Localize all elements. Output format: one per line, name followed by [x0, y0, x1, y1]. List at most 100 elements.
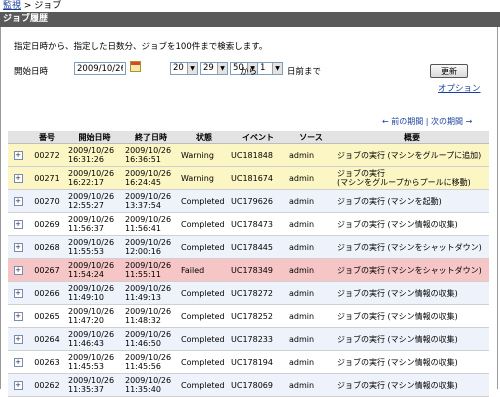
expand-plus-icon[interactable]: + — [13, 220, 23, 229]
summary-cell: ジョブの実行 (マシン情報の収集) — [335, 281, 489, 305]
start-date: 2009/10/26 — [68, 146, 115, 155]
source-cell: admin — [287, 373, 335, 397]
start-cell: 2009/10/26 11:35:37 — [66, 373, 123, 397]
end-date: 2009/10/26 — [125, 284, 172, 293]
expand-plus-icon[interactable]: + — [13, 174, 23, 183]
end-date: 2009/10/26 — [125, 307, 172, 316]
expand-plus-icon[interactable]: + — [13, 312, 23, 321]
summary-cell: ジョブの実行 (マシンをグループからプールに移動) — [335, 166, 489, 190]
event-cell: UC178349 — [229, 258, 287, 282]
table-row[interactable]: +00264 2009/10/26 11:46:43 2009/10/26 11:46:… — [8, 327, 489, 351]
expand-cell[interactable]: + — [8, 235, 28, 259]
search-description: 指定日時から、指定した日数分、ジョブを100件まで検索します。 — [14, 42, 268, 52]
expand-cell[interactable]: + — [8, 143, 28, 167]
source-cell: admin — [287, 212, 335, 236]
table-row[interactable]: +00272 2009/10/26 16:31:26 2009/10/26 16:36:… — [8, 143, 489, 167]
expand-cell[interactable]: + — [8, 258, 28, 282]
status-cell: Warning — [179, 166, 229, 190]
summary-cell: ジョブの実行 (マシン情報の収集) — [335, 327, 489, 351]
start-date: 2009/10/26 — [68, 284, 115, 293]
end-time: 16:24:45 — [125, 178, 161, 187]
start-date: 2009/10/26 — [68, 192, 115, 201]
prev-period-link[interactable]: ← 前の期間 — [382, 117, 423, 126]
job-history-table: 番号 開始日時 終了日時 状態 イベント ソース 概要 +00272 2009/1… — [8, 131, 489, 397]
hour-value: 20 — [173, 63, 184, 73]
start-date-input[interactable] — [74, 62, 126, 75]
start-cell: 2009/10/26 11:56:37 — [66, 212, 123, 236]
table-row[interactable]: +00268 2009/10/26 11:55:53 2009/10/26 12:00:… — [8, 235, 489, 259]
expand-cell[interactable]: + — [8, 327, 28, 351]
expand-plus-icon[interactable]: + — [13, 358, 23, 367]
expand-cell[interactable]: + — [8, 166, 28, 190]
column-header-event[interactable]: イベント — [229, 131, 287, 144]
job-id-cell: 00267 — [28, 258, 66, 282]
summary-cell: ジョブの実行 (マシン情報の収集) — [335, 373, 489, 397]
next-period-link[interactable]: 次の期間 → — [431, 117, 472, 126]
summary-line1: ジョブの実行 — [337, 169, 385, 178]
expand-plus-icon[interactable]: + — [13, 266, 23, 275]
update-button[interactable]: 更新 — [430, 64, 468, 78]
chevron-down-icon: ▼ — [272, 63, 282, 74]
start-cell: 2009/10/26 11:55:53 — [66, 235, 123, 259]
days-text: 日前まで — [287, 67, 322, 77]
expand-cell[interactable]: + — [8, 373, 28, 397]
start-cell: 2009/10/26 11:45:53 — [66, 350, 123, 374]
summary-line1: ジョブの実行 (マシンをシャットダウン) — [337, 265, 482, 275]
job-id-cell: 00266 — [28, 281, 66, 305]
expand-cell[interactable]: + — [8, 350, 28, 374]
event-cell: UC178473 — [229, 212, 287, 236]
column-header-end[interactable]: 終了日時 — [123, 131, 179, 144]
table-row[interactable]: +00262 2009/10/26 11:35:37 2009/10/26 11:35:… — [8, 373, 489, 397]
job-id-cell: 00265 — [28, 304, 66, 328]
expand-plus-icon[interactable]: + — [13, 197, 23, 206]
column-header-source[interactable]: ソース — [287, 131, 335, 144]
end-cell: 2009/10/26 13:37:54 — [123, 189, 179, 213]
end-time: 16:36:51 — [125, 155, 161, 164]
expand-cell[interactable]: + — [8, 189, 28, 213]
calendar-icon[interactable] — [130, 61, 141, 72]
expand-plus-icon[interactable]: + — [13, 335, 23, 344]
chevron-down-icon: ▼ — [217, 63, 227, 74]
option-link[interactable]: オプション — [438, 82, 481, 94]
breadcrumb-root-link[interactable]: 監視 — [3, 1, 21, 11]
end-date: 2009/10/26 — [125, 238, 172, 247]
end-cell: 2009/10/26 11:56:41 — [123, 212, 179, 236]
expand-plus-icon[interactable]: + — [13, 151, 23, 160]
expand-plus-icon[interactable]: + — [13, 243, 23, 252]
table-row[interactable]: +00269 2009/10/26 11:56:37 2009/10/26 11:56:… — [8, 212, 489, 236]
event-cell: UC181674 — [229, 166, 287, 190]
summary-line1: ジョブの実行 (マシン情報の収集) — [337, 334, 458, 344]
period-separator: | — [423, 117, 432, 126]
end-time: 11:55:11 — [125, 270, 161, 279]
start-cell: 2009/10/26 11:47:20 — [66, 304, 123, 328]
summary-line2: (マシンをグループからプールに移動) — [337, 178, 471, 187]
hour-select[interactable]: 20 ▼ — [170, 62, 198, 75]
expand-cell[interactable]: + — [8, 212, 28, 236]
days-select[interactable]: 1 ▼ — [257, 62, 283, 75]
column-header-id[interactable]: 番号 — [28, 131, 66, 144]
from-text: から — [240, 67, 258, 77]
table-row[interactable]: +00263 2009/10/26 11:45:53 2009/10/26 11:45:… — [8, 350, 489, 374]
minute-select[interactable]: 29 ▼ — [200, 62, 228, 75]
end-time: 13:37:54 — [125, 201, 161, 210]
start-time: 11:46:43 — [68, 339, 104, 348]
start-date: 2009/10/26 — [68, 330, 115, 339]
event-cell: UC178233 — [229, 327, 287, 351]
source-cell: admin — [287, 235, 335, 259]
column-header-start[interactable]: 開始日時 — [66, 131, 123, 144]
table-row[interactable]: +00265 2009/10/26 11:47:20 2009/10/26 11:48:… — [8, 304, 489, 328]
table-row[interactable]: +00271 2009/10/26 16:22:17 2009/10/26 16:24:… — [8, 166, 489, 190]
summary-line1: ジョブの実行 (マシン情報の収集) — [337, 311, 458, 321]
summary-line1: ジョブの実行 (マシン情報の収集) — [337, 288, 458, 298]
table-row[interactable]: +00267 2009/10/26 11:54:24 2009/10/26 11:55:… — [8, 258, 489, 282]
table-row[interactable]: +00270 2009/10/26 12:55:27 2009/10/26 13:37:… — [8, 189, 489, 213]
column-header-status[interactable]: 状態 — [179, 131, 229, 144]
start-date: 2009/10/26 — [68, 376, 115, 385]
expand-cell[interactable]: + — [8, 281, 28, 305]
column-header-summary[interactable]: 概要 — [335, 131, 489, 144]
expand-plus-icon[interactable]: + — [13, 289, 23, 298]
table-row[interactable]: +00266 2009/10/26 11:49:10 2009/10/26 11:49:… — [8, 281, 489, 305]
expand-cell[interactable]: + — [8, 304, 28, 328]
start-cell: 2009/10/26 11:49:10 — [66, 281, 123, 305]
start-cell: 2009/10/26 11:46:43 — [66, 327, 123, 351]
